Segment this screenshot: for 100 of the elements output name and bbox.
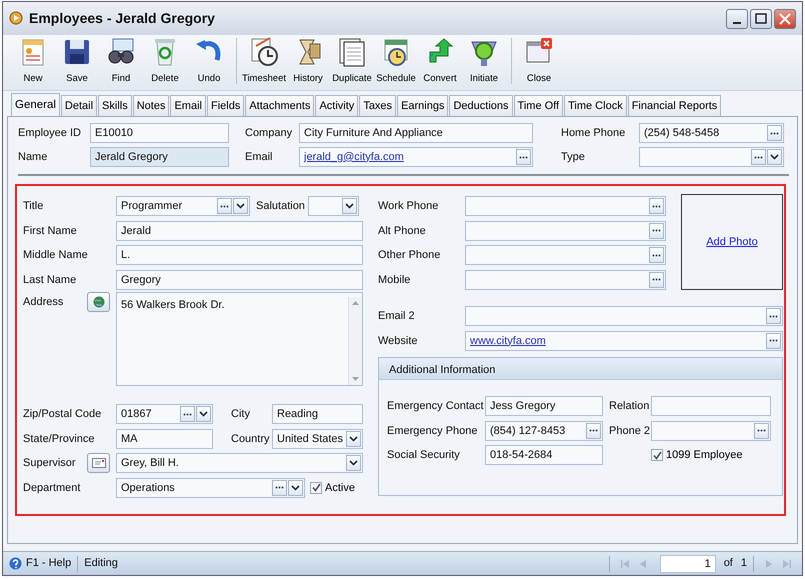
- toolbar-button[interactable]: Undo: [187, 36, 231, 86]
- dropdown-button[interactable]: [767, 149, 782, 165]
- field-label: Social Security: [387, 448, 461, 463]
- tab[interactable]: Detail: [60, 95, 98, 116]
- tab[interactable]: Email: [170, 95, 206, 116]
- lookup-field[interactable]: (854) 127-8453: [485, 420, 603, 441]
- ellipsis-icon: [652, 278, 661, 282]
- field-label: Emergency Phone: [387, 424, 478, 438]
- close-button[interactable]: [774, 8, 796, 28]
- text-field[interactable]: Jerald: [116, 220, 363, 241]
- text-field[interactable]: E10010: [90, 123, 229, 143]
- lookup-field[interactable]: (254) 548-5458: [639, 123, 784, 143]
- text-field[interactable]: [651, 396, 771, 416]
- text-field[interactable]: Jerald Gregory: [90, 147, 229, 167]
- toolbar-button[interactable]: Convert: [418, 36, 462, 86]
- tab[interactable]: Financial Reports: [628, 95, 722, 116]
- page-field[interactable]: 1: [660, 554, 716, 572]
- tab[interactable]: General: [11, 93, 60, 116]
- toolbar-button[interactable]: Schedule: [374, 36, 418, 86]
- globe-button[interactable]: [87, 292, 110, 312]
- ellipsis-button[interactable]: [272, 480, 287, 496]
- toolbar-button[interactable]: Initiate: [462, 36, 506, 86]
- tab[interactable]: Time Off: [514, 95, 564, 116]
- combo-box[interactable]: Programmer: [116, 196, 250, 216]
- text-field[interactable]: Reading: [272, 404, 363, 424]
- chevron-down-icon: [291, 484, 300, 491]
- lookup-field[interactable]: [465, 270, 666, 290]
- scrollbar[interactable]: [348, 297, 362, 385]
- field-label: Country: [231, 432, 271, 446]
- text-field[interactable]: L.: [116, 245, 363, 266]
- field-label: Supervisor: [23, 456, 77, 471]
- field-label: Website: [378, 334, 419, 348]
- toolbar-button[interactable]: New: [11, 36, 55, 86]
- dropdown-button[interactable]: [196, 406, 211, 422]
- tab[interactable]: Deductions: [449, 95, 513, 116]
- toolbar-button[interactable]: Timesheet: [242, 36, 286, 86]
- add-photo-link[interactable]: Add Photo: [706, 234, 758, 250]
- dropdown-button[interactable]: [233, 198, 248, 214]
- toolbar-button[interactable]: Find: [99, 36, 143, 86]
- ellipsis-button[interactable]: [649, 222, 664, 239]
- link-field[interactable]: www.cityfa.com: [465, 330, 783, 351]
- ellipsis-button[interactable]: [649, 272, 664, 288]
- dropdown-button[interactable]: [342, 198, 357, 214]
- maximize-button[interactable]: [750, 8, 772, 28]
- card-button[interactable]: [87, 453, 110, 474]
- minimize-button[interactable]: [726, 8, 748, 28]
- tab[interactable]: Time Clock: [564, 95, 627, 116]
- tab[interactable]: Attachments: [245, 95, 314, 116]
- toolbar-button[interactable]: Delete: [143, 36, 187, 86]
- ellipsis-button[interactable]: [180, 406, 195, 422]
- ellipsis-button[interactable]: [751, 149, 766, 165]
- dropdown-button[interactable]: [288, 480, 303, 496]
- text-field[interactable]: City Furniture And Appliance: [299, 123, 533, 143]
- text-field[interactable]: Gregory: [116, 270, 363, 290]
- dropdown-field[interactable]: United States: [272, 428, 363, 449]
- link-field[interactable]: jerald_g@cityfa.com: [299, 147, 533, 167]
- text-field[interactable]: MA: [116, 428, 213, 449]
- chevron-down-icon: [349, 436, 358, 442]
- dropdown-field[interactable]: Grey, Bill H.: [116, 453, 363, 474]
- lookup-field[interactable]: [465, 220, 666, 241]
- text-field[interactable]: Jess Gregory: [485, 396, 603, 416]
- tab[interactable]: Activity: [315, 95, 358, 116]
- tab[interactable]: Fields: [206, 95, 244, 116]
- ellipsis-button[interactable]: [767, 125, 782, 141]
- ellipsis-button[interactable]: [586, 422, 601, 439]
- lookup-field[interactable]: [651, 420, 771, 441]
- tab[interactable]: Taxes: [359, 95, 396, 116]
- tab[interactable]: Earnings: [397, 95, 448, 116]
- address-field[interactable]: 56 Walkers Brook Dr.: [116, 292, 363, 386]
- combo-box[interactable]: Operations: [116, 478, 305, 498]
- lookup-field[interactable]: [465, 245, 666, 266]
- ellipsis-icon: [652, 229, 661, 232]
- toolbar-button[interactable]: Close: [517, 36, 561, 86]
- toolbar-button[interactable]: Duplicate: [330, 36, 374, 86]
- ellipsis-button[interactable]: [516, 149, 531, 165]
- ellipsis-button[interactable]: [217, 198, 232, 214]
- dropdown-button[interactable]: [346, 430, 361, 447]
- dropdown-field[interactable]: [308, 196, 359, 216]
- tab[interactable]: Notes: [132, 95, 170, 116]
- ellipsis-icon: [769, 314, 778, 318]
- toolbar-button[interactable]: Save: [55, 36, 99, 86]
- lookup-field[interactable]: [465, 306, 783, 326]
- ellipsis-button[interactable]: [766, 332, 781, 349]
- ellipsis-button[interactable]: [766, 308, 781, 324]
- combo-box[interactable]: 01867: [116, 404, 213, 424]
- checkbox[interactable]: Active: [310, 480, 355, 496]
- field-label: City: [231, 407, 251, 422]
- chevron-down-icon: [770, 154, 779, 160]
- field-label: Address: [23, 295, 64, 310]
- checkbox[interactable]: 1099 Employee: [651, 447, 742, 464]
- window-title: Employees - Jerald Gregory: [29, 9, 215, 28]
- ellipsis-button[interactable]: [649, 247, 664, 264]
- lookup-field[interactable]: [465, 196, 666, 216]
- dropdown-button[interactable]: [346, 455, 361, 472]
- ellipsis-button[interactable]: [649, 198, 664, 214]
- ellipsis-button[interactable]: [754, 422, 769, 439]
- tab[interactable]: Skills: [98, 95, 132, 116]
- toolbar-button[interactable]: History: [286, 36, 330, 86]
- text-field[interactable]: 018-54-2684: [485, 445, 603, 466]
- last-page-icon: [782, 558, 792, 568]
